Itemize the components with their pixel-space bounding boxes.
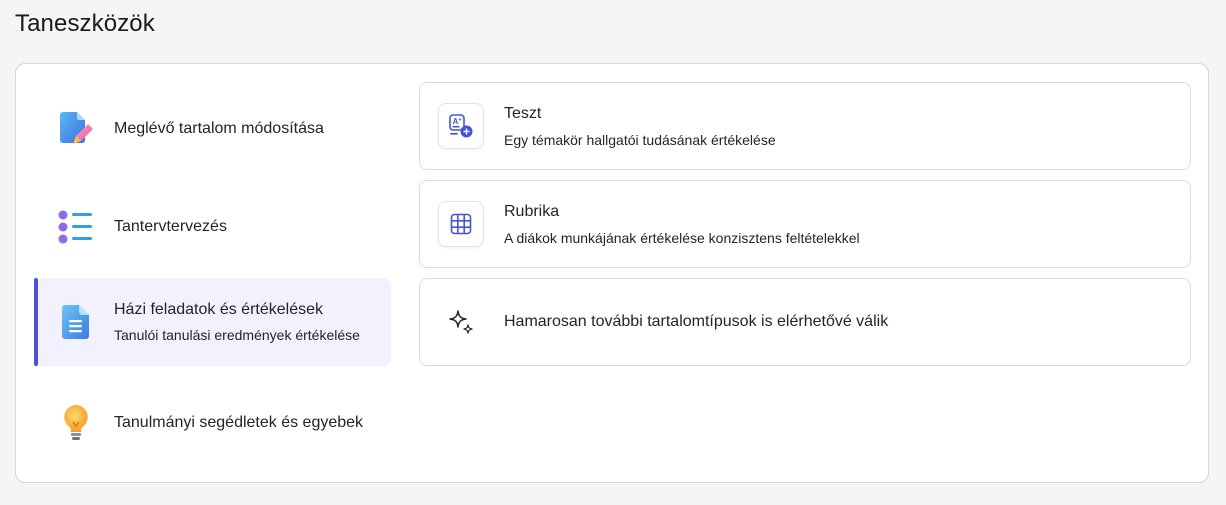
sparkle-icon [438,299,484,345]
category-label: Tanulmányi segédletek és egyebek [114,414,364,431]
card-description: A diákok munkájának értékelése konziszte… [504,229,860,246]
category-label: Meglévő tartalom módosítása [114,120,324,137]
category-curriculum-planning[interactable]: Tantervtervezés [34,183,391,271]
document-edit-icon [56,109,96,149]
document-text-icon [56,302,96,342]
card-quiz[interactable]: A + Teszt Egy témakör hallgatói tudásána… [419,82,1191,170]
tools-panel: Meglévő tartalom módosítása Tantervterve… [15,63,1209,483]
category-homework-assessments[interactable]: Házi feladatok és értékelések Tanulói ta… [34,278,391,366]
lightbulb-icon [56,403,96,443]
category-modify-content[interactable]: Meglévő tartalom módosítása [34,85,391,173]
card-title: Rubrika [504,202,560,220]
card-description: Egy témakör hallgatói tudásának értékelé… [504,131,776,148]
category-study-aids[interactable]: Tanulmányi segédletek és egyebek [34,379,391,467]
bulleted-list-icon [56,207,96,247]
quiz-add-icon: A + [438,103,484,149]
category-subtitle: Tanulói tanulási eredmények értékelése [114,327,360,343]
svg-text:+: + [458,118,462,124]
card-title: Teszt [504,104,542,122]
card-coming-soon: Hamarosan további tartalomtípusok is elé… [419,278,1191,366]
category-label: Tantervtervezés [114,218,227,235]
category-label: Házi feladatok és értékelések [114,301,323,318]
table-grid-icon [438,201,484,247]
card-title: Hamarosan további tartalomtípusok is elé… [504,313,889,330]
page-title: Taneszközök [15,10,155,37]
card-rubric[interactable]: Rubrika A diákok munkájának értékelése k… [419,180,1191,268]
